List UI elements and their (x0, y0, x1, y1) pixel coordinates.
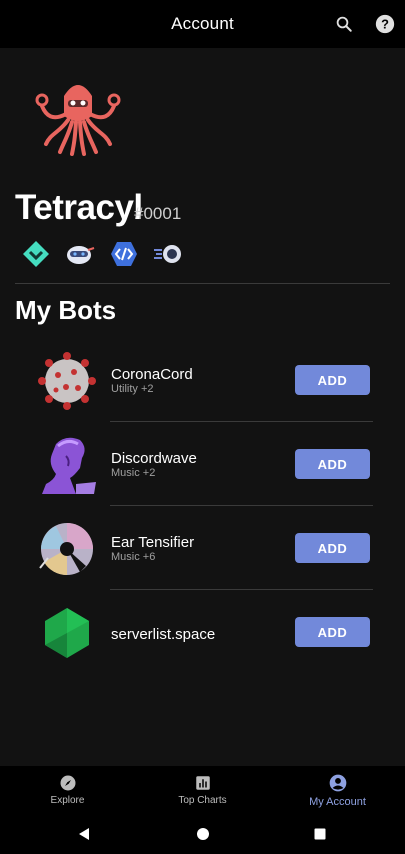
app-bar: Account ? (0, 0, 405, 48)
bot-list-item[interactable]: Discordwave Music +2 ADD (0, 422, 405, 506)
recents-icon[interactable] (312, 826, 328, 842)
developer-badge-icon (108, 238, 140, 270)
page-title: Account (171, 14, 234, 33)
bot-name: Ear Tensifier (111, 534, 195, 551)
username: Tetracyl (15, 188, 143, 227)
bot-name: Discordwave (111, 450, 197, 467)
nav-explore[interactable]: Explore (0, 766, 135, 814)
nav-label: My Account (309, 795, 366, 808)
system-nav-bar (0, 814, 405, 854)
discriminator: #0001 (134, 204, 182, 223)
green-hexagon-avatar (36, 602, 98, 664)
shattered-cd-avatar (36, 518, 98, 580)
bot-name: serverlist.space (111, 626, 216, 643)
bottom-navigation: Explore Top Charts My Account (0, 766, 405, 814)
nav-my-account[interactable]: My Account (270, 766, 405, 814)
badge-row (20, 238, 184, 270)
purple-statue-avatar (36, 434, 98, 496)
help-icon[interactable]: ? (373, 12, 397, 36)
bot-list: CoronaCord Utility +2 ADD Discordwave Mu… (0, 338, 405, 674)
bot-categories: Utility +2 (111, 383, 154, 395)
coronavirus-avatar (36, 350, 98, 412)
nav-label: Top Charts (178, 795, 227, 806)
avatar (28, 76, 128, 156)
bot-categories: Music +2 (111, 467, 156, 479)
bot-list-item[interactable]: CoronaCord Utility +2 ADD (0, 338, 405, 422)
bot-list-item[interactable]: serverlist.space ADD (0, 590, 405, 674)
hypesquad-balance-badge-icon (20, 238, 52, 270)
add-bot-button[interactable]: ADD (295, 533, 370, 563)
server-booster-badge-icon (152, 238, 184, 270)
compass-icon (60, 775, 75, 791)
section-divider (15, 283, 390, 284)
bot-categories: Music +6 (111, 551, 156, 563)
add-bot-button[interactable]: ADD (295, 617, 370, 647)
section-title: My Bots (15, 295, 117, 325)
bot-name: CoronaCord (111, 366, 193, 383)
bot-list-item[interactable]: Ear Tensifier Music +6 ADD (0, 506, 405, 590)
svg-text:?: ? (381, 17, 389, 32)
nav-label: Explore (50, 795, 85, 806)
nav-top-charts[interactable]: Top Charts (135, 766, 270, 814)
bar-chart-icon (195, 776, 210, 790)
search-icon[interactable] (332, 12, 356, 36)
add-bot-button[interactable]: ADD (295, 365, 370, 395)
account-circle-icon (329, 774, 346, 791)
bot-dev-badge-icon (64, 238, 96, 270)
home-icon[interactable] (195, 826, 211, 842)
add-bot-button[interactable]: ADD (295, 449, 370, 479)
back-icon[interactable] (76, 826, 92, 842)
